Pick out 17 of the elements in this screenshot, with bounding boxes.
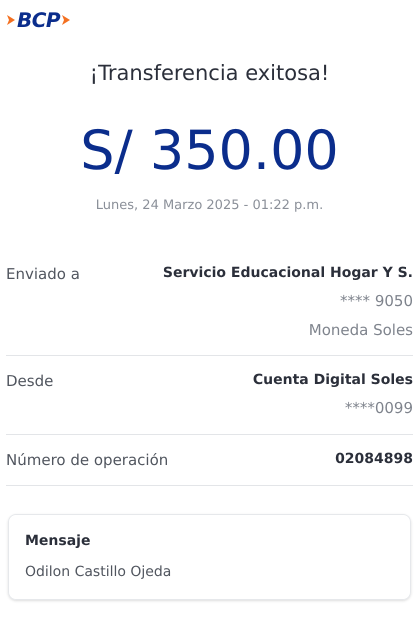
detail-label: Número de operación [6, 450, 168, 470]
detail-value: ****0099 [344, 398, 413, 419]
bank-logo: BCP [17, 10, 60, 30]
detail-label: Enviado a [6, 264, 80, 285]
amount: S/ 350.00 [79, 124, 340, 178]
transfer-date: Lunes, 24 Marzo 2025 - 01:22 p.m. [94, 196, 324, 214]
detail-value: Moneda Soles [308, 320, 413, 340]
chevron-icon [6, 14, 16, 26]
message-title: Mensaje [25, 532, 92, 551]
success-title: ¡Transferencia exitosa! [88, 60, 330, 87]
detail-value: 02084898 [335, 450, 413, 468]
message-text: Odilon Castillo Ojeda [25, 563, 172, 582]
detail-label: Desde [6, 371, 54, 392]
chevron-icon [61, 14, 72, 26]
detail-value: Servicio Educacional Hogar Y S. [162, 264, 413, 283]
detail-value: Cuenta Digital Soles [252, 371, 413, 390]
detail-value: **** 9050 [340, 291, 413, 312]
